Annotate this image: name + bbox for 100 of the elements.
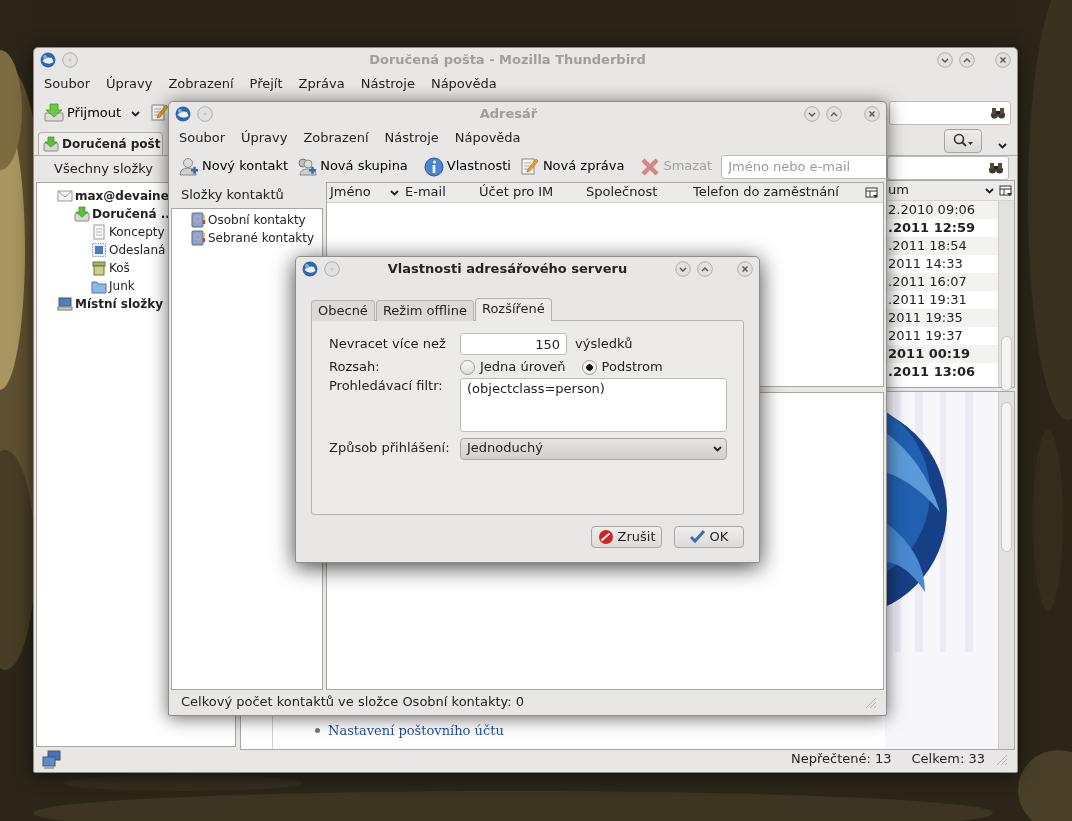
column-header[interactable]: Telefon do zaměstnání (690, 184, 861, 201)
number-field[interactable]: 150 (460, 333, 567, 356)
radio-label[interactable]: Podstrom (601, 359, 663, 376)
toolbar-button[interactable]: Nová zpráva (515, 154, 629, 179)
dialog-button[interactable]: Zrušit (591, 526, 662, 549)
resize-grip-icon (995, 752, 1009, 767)
check-icon (689, 529, 706, 546)
menu-item[interactable]: Zobrazení (295, 129, 377, 148)
address-book-icon (190, 212, 206, 228)
bullet-icon (315, 728, 320, 734)
date-cell-text: .2011 12:59 (887, 219, 977, 237)
window-title: Vlastnosti adresářového serveru (387, 260, 628, 278)
date-cell-text: 2011 00:19 (887, 345, 972, 363)
field-label: Nevracet více než (329, 336, 447, 353)
menu-item[interactable]: Nástroje (352, 75, 423, 94)
folder-item[interactable]: Koncepty (91, 223, 165, 241)
folder-item[interactable]: Odeslaná (91, 241, 166, 259)
binoculars-icon (990, 105, 1006, 121)
column-header[interactable]: Jméno (327, 184, 402, 201)
column-header[interactable]: E-mail (402, 184, 476, 201)
date-cell-text: 2011 19:35 (887, 309, 964, 327)
toolbar-button[interactable]: Nová skupina (293, 154, 412, 179)
junk-icon (91, 278, 107, 294)
folder-item[interactable]: Junk (91, 277, 135, 295)
menu-item[interactable]: Nápověda (446, 129, 529, 148)
tab[interactable]: Režim offline (375, 300, 474, 322)
menu-item[interactable]: Zobrazení (160, 75, 242, 94)
dropdown[interactable]: Jednoduchý (460, 437, 727, 460)
menu-item[interactable]: Úpravy (98, 75, 161, 94)
caret-icon (713, 445, 722, 452)
tab[interactable]: Rozšířené (474, 298, 552, 322)
drafts-icon (91, 224, 107, 240)
menu-item[interactable]: Úpravy (233, 129, 296, 148)
scrollbar[interactable] (998, 392, 1014, 749)
folder-item[interactable]: Místní složky (57, 295, 164, 313)
date-cell-text: .2011 18:54 (887, 237, 968, 255)
maximize-button[interactable] (826, 106, 842, 122)
toolbar-button[interactable]: Nový kontakt (175, 154, 293, 179)
pane-header: Složky kontaktů (181, 186, 284, 204)
menu-item[interactable]: Soubor (171, 129, 233, 148)
maximize-button[interactable] (697, 261, 713, 277)
columns-icon[interactable] (999, 184, 1013, 197)
folder-item[interactable]: max@devaine (57, 187, 169, 205)
search-field[interactable] (889, 101, 1011, 125)
search-field[interactable]: Jméno nebo e-mail (721, 154, 886, 179)
group-add-icon (297, 156, 318, 177)
resize-grip-icon (864, 695, 878, 710)
columns-icon[interactable] (865, 186, 879, 199)
tab[interactable]: Doručená pošt (38, 132, 164, 155)
menu-item[interactable]: Soubor (36, 75, 98, 94)
menu-item[interactable]: Nástroje (376, 129, 447, 148)
local-icon (57, 296, 73, 312)
minimize-button[interactable] (675, 261, 691, 277)
sent-icon (91, 242, 107, 258)
field-label: Prohledávací filtr: (329, 377, 444, 394)
minimize-button[interactable] (804, 106, 820, 122)
tab[interactable]: Obecné (311, 300, 375, 322)
inbox-icon (43, 136, 59, 152)
radio-label[interactable]: Jedna úroveň (480, 359, 566, 376)
column-header[interactable]: Účet pro IM (476, 184, 583, 201)
app-icon (40, 52, 56, 68)
unread-count: Nepřečtené: 13 (790, 751, 892, 768)
close-button[interactable] (864, 106, 880, 122)
column-header[interactable]: Společnost (583, 184, 690, 201)
window-title: Adresář (479, 105, 538, 123)
app-icon (175, 106, 191, 122)
date-cell-text: 2011 14:33 (887, 255, 964, 273)
unit-label: výsledků (575, 336, 633, 353)
binoculars-icon (988, 160, 1004, 176)
field-label: Rozsah: (329, 359, 381, 376)
radio-button[interactable] (581, 359, 597, 375)
folder-item[interactable]: Koš (91, 259, 130, 277)
dialog-button[interactable]: OK (674, 526, 744, 549)
close-button[interactable] (995, 52, 1011, 68)
column-header[interactable]: um (884, 182, 997, 199)
inbox-icon (44, 103, 64, 123)
date-cell-text: .2011 13:06 (887, 363, 977, 381)
window-title: Doručená pošta - Mozilla Thunderbird (369, 51, 646, 69)
link[interactable]: Nastavení poštovního účtu (328, 722, 504, 739)
address-book-icon (190, 230, 206, 246)
close-button[interactable] (737, 261, 753, 277)
get-mail-button[interactable]: Přijmout (40, 101, 126, 125)
menu-item[interactable]: Zpráva (290, 75, 353, 94)
menu-item[interactable]: Nápověda (422, 75, 505, 94)
filter-field[interactable] (887, 156, 1009, 180)
date-cell-text: 2011 19:37 (887, 327, 964, 345)
minimize-button[interactable] (937, 52, 953, 68)
search-button[interactable] (944, 129, 982, 153)
filter-textarea[interactable]: (objectclass=person) (460, 377, 727, 432)
radio-button[interactable] (460, 359, 475, 375)
maximize-button[interactable] (959, 52, 975, 68)
account-icon (57, 188, 73, 204)
toolbar-button[interactable]: Vlastnosti (419, 154, 515, 179)
trash-icon (91, 260, 107, 276)
address-book-item[interactable]: Sebrané kontakty (190, 229, 314, 247)
field-label: Způsob přihlášení: (329, 440, 451, 457)
cancel-icon (597, 529, 614, 546)
folder-view-label[interactable]: Všechny složky (54, 160, 154, 178)
address-book-item[interactable]: Osobní kontakty (190, 211, 306, 229)
menu-item[interactable]: Přejít (241, 75, 291, 94)
